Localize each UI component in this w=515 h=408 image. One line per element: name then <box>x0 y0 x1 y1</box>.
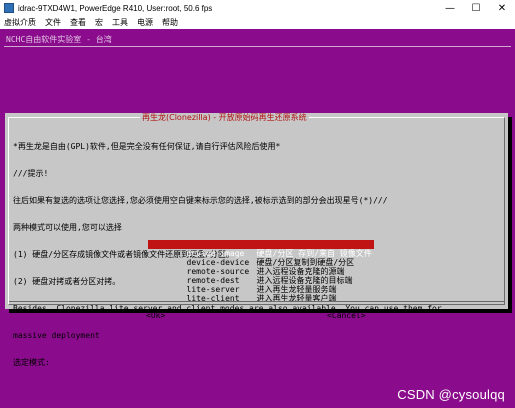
window-title: idrac-9TXD4W1, PowerEdge R410, User:root… <box>18 3 213 13</box>
menu-help[interactable]: 帮助 <box>162 17 178 28</box>
window-controls: — ☐ ✕ <box>437 0 515 16</box>
mode-option-lite-server[interactable]: lite-server 进入再生龙轻量服务端 <box>148 276 374 294</box>
maximize-button[interactable]: ☐ <box>463 0 489 16</box>
window-titlebar: idrac-9TXD4W1, PowerEdge R410, User:root… <box>0 0 515 16</box>
message-line: 往后如果有复选的选项让您选择,您必须使用空白键来标示您的选择,被标示选到的部分会… <box>13 196 388 205</box>
mode-option-device-device[interactable]: device-device 硬盘/分区复制到硬盘/分区 <box>148 249 374 267</box>
menu-macro[interactable]: 宏 <box>95 17 103 28</box>
app-icon <box>4 3 14 13</box>
remote-console[interactable]: NCHC自由软件实验室 - 台湾 再生龙(Clonezilla) - 开放原始码… <box>0 29 515 408</box>
ok-button[interactable]: <Ok> <box>146 311 165 320</box>
menu-view[interactable]: 查看 <box>70 17 86 28</box>
mode-option-device-image[interactable]: device-image 硬盘/分区 存到/来自 镜像文件 <box>148 240 374 258</box>
watermark: CSDN @cysoulqq <box>397 387 505 402</box>
mode-option-remote-dest[interactable]: remote-dest 进入远程设备克隆的目标端 <box>148 267 374 285</box>
menu-tools[interactable]: 工具 <box>112 17 128 28</box>
dialog-bottom-rule <box>9 301 504 302</box>
console-header: NCHC自由软件实验室 - 台湾 <box>6 35 112 44</box>
menu-power[interactable]: 电源 <box>137 17 153 28</box>
message-line: 两种模式可以使用,您可以选择 <box>13 223 122 232</box>
mode-menu: device-image 硬盘/分区 存到/来自 镜像文件 device-devi… <box>148 240 374 303</box>
menu-virtual-media[interactable]: 虚拟介质 <box>4 17 36 28</box>
clonezilla-dialog: 再生龙(Clonezilla) - 开放原始码再生还原系统 *再生龙是自由(GP… <box>5 113 508 367</box>
cancel-button[interactable]: <Cancel> <box>327 311 366 320</box>
message-line: Besides, Clonezilla lite server and clie… <box>13 304 442 313</box>
close-button[interactable]: ✕ <box>489 0 515 16</box>
message-line: 选定模式: <box>13 358 50 367</box>
message-line: ///提示! <box>13 169 49 178</box>
menubar: 虚拟介质 文件 查看 宏 工具 电源 帮助 <box>0 16 515 29</box>
menu-file[interactable]: 文件 <box>45 17 61 28</box>
mode-option-lite-client[interactable]: lite-client 进入再生龙轻量客户端 <box>148 285 374 303</box>
message-line: massive deployment <box>13 331 100 340</box>
dialog-title: 再生龙(Clonezilla) - 开放原始码再生还原系统 <box>140 113 309 122</box>
minimize-button[interactable]: — <box>437 0 463 16</box>
console-divider <box>4 46 511 47</box>
mode-option-remote-source[interactable]: remote-source 进入远程设备克隆的源端 <box>148 258 374 276</box>
message-line: *再生龙是自由(GPL)软件,但是完全没有任何保证,请自行评估风险后使用* <box>13 142 281 151</box>
